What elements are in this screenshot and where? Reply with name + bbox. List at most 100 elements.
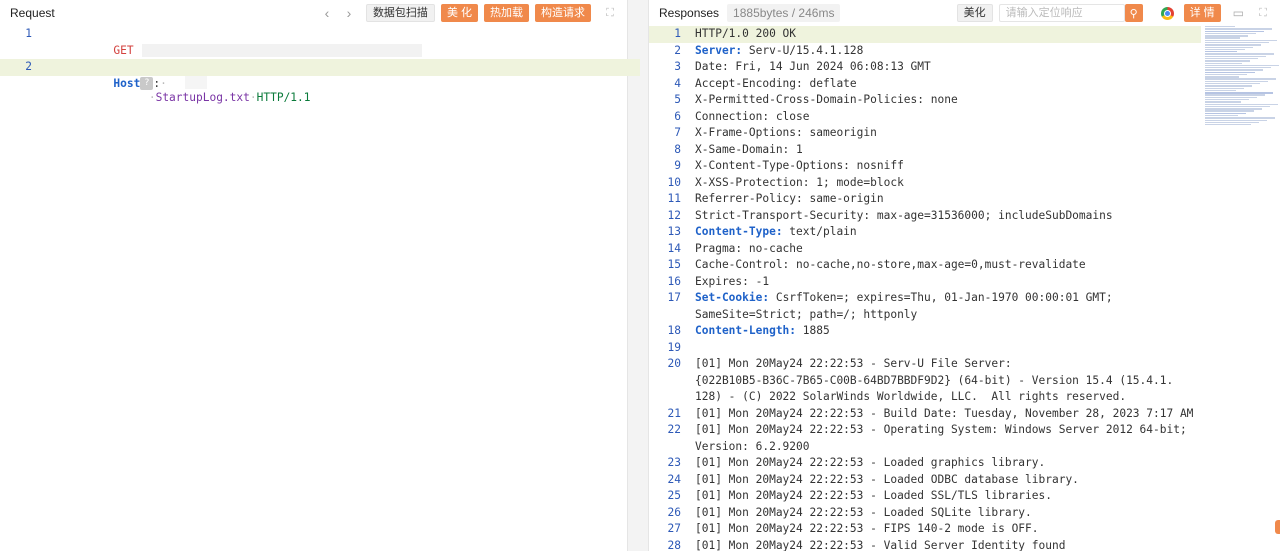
line-number: 20 (667, 357, 681, 370)
line-text: {022B10B5-B36C-7B65-C00B-64BD7BBDF9D2} (… (695, 373, 1174, 387)
minimap-line (1205, 53, 1274, 55)
line-number: 1 (674, 27, 681, 40)
search-icon[interactable]: ⚲ (1124, 4, 1143, 22)
minimap-line (1205, 85, 1252, 87)
minimap-line (1205, 103, 1278, 105)
line-content: HTTP/1.0 200 OK (695, 26, 796, 43)
line-number: 11 (667, 192, 681, 205)
response-line: 28 [01] Mon 20May24 22:22:53 - Valid Serv… (649, 538, 1280, 551)
request-pane: Request ‹ › 数据包扫描 美 化 热加载 构造请求 ⛶ 1 GET ·… (0, 0, 640, 551)
response-line: 4 Accept-Encoding: deflate (649, 76, 1280, 93)
response-line: 20 [01] Mon 20May24 22:22:53 - Serv-U Fil… (649, 356, 1280, 373)
scan-button[interactable]: 数据包扫描 (365, 4, 435, 22)
minimap-line (1205, 101, 1241, 103)
request-title: Request (10, 6, 55, 20)
line-text: Accept-Encoding: deflate (695, 76, 857, 90)
minimap-line (1205, 83, 1260, 85)
minimap-line (1205, 76, 1239, 78)
line-text: 128) - (C) 2022 SolarWinds Worldwide, LL… (695, 390, 1127, 403)
http-protocol: HTTP/1.1 (256, 91, 311, 104)
detail-button[interactable]: 详 情 (1183, 4, 1221, 22)
line-content: GET ·StartupLog.txt·HTTP/1.1 (46, 26, 422, 104)
response-line: 19 (649, 340, 1280, 357)
hot-load-button[interactable]: 热加载 (484, 4, 529, 22)
line-content: [01] Mon 20May24 22:22:53 - Serv-U File … (695, 356, 1012, 373)
line-text: text/plain (782, 225, 857, 238)
minimap-line (1205, 105, 1270, 108)
line-content: [01] Mon 20May24 22:22:53 - Loaded ODBC … (695, 472, 1079, 489)
response-size-badge: 1885bytes / 246ms (727, 4, 841, 22)
pane-divider[interactable] (628, 0, 649, 551)
line-text: [01] Mon 20May24 22:22:53 - FIPS 140-2 m… (695, 522, 1039, 535)
build-request-button[interactable]: 构造请求 (535, 4, 591, 22)
line-content: [01] Mon 20May24 22:22:53 - Operating Sy… (695, 422, 1187, 439)
response-line: 24 [01] Mon 20May24 22:22:53 - Loaded ODB… (649, 472, 1280, 489)
expand-icon[interactable]: ⛶ (1256, 7, 1270, 20)
line-content: Strict-Transport-Security: max-age=31536… (695, 208, 1113, 225)
comment-icon[interactable]: ▭ (1233, 6, 1244, 20)
line-number: 4 (674, 76, 681, 90)
line-content: X-Frame-Options: sameorigin (695, 125, 877, 142)
line-number: 2 (674, 43, 681, 57)
line-text: [01] Mon 20May24 22:22:53 - Valid Server… (695, 538, 1066, 551)
response-line: 27 [01] Mon 20May24 22:22:53 - FIPS 140-2… (649, 521, 1280, 538)
line-text: [01] Mon 20May24 22:22:53 - Loaded graph… (695, 456, 1046, 469)
line-content: X-Same-Domain: 1 (695, 142, 803, 159)
minimap-line (1205, 73, 1247, 76)
beautify-button[interactable]: 美 化 (440, 4, 478, 22)
response-line: 12 Strict-Transport-Security: max-age=315… (649, 208, 1280, 225)
expand-icon[interactable]: ⛶ (603, 7, 617, 20)
line-number: 25 (667, 489, 681, 502)
response-line: SameSite=Strict; path=/; httponly (649, 307, 1280, 324)
minimap-line (1205, 41, 1269, 44)
chrome-icon[interactable] (1160, 6, 1174, 20)
request-line: 2 Host?:· (0, 59, 640, 90)
prev-arrow-icon[interactable]: ‹ (316, 5, 338, 21)
line-number: 8 (674, 142, 681, 156)
response-line: 18 Content-Length: 1885 (649, 323, 1280, 340)
line-number: 1 (25, 27, 32, 40)
line-text: Serv-U/15.4.1.128 (742, 43, 864, 57)
line-number: 23 (667, 456, 681, 469)
minimap-line (1205, 117, 1275, 119)
scroll-marker[interactable] (1275, 520, 1280, 534)
line-text: Strict-Transport-Security: max-age=31536… (695, 208, 1113, 222)
line-text: Pragma: no-cache (695, 241, 803, 255)
response-line: 1 HTTP/1.0 200 OK (649, 26, 1201, 43)
minimap-line (1205, 92, 1273, 94)
response-line: {022B10B5-B36C-7B65-C00B-64BD7BBDF9D2} (… (649, 373, 1280, 390)
response-line: 25 [01] Mon 20May24 22:22:53 - Loaded SSL… (649, 488, 1280, 505)
line-number: 28 (667, 538, 681, 551)
line-content: Cache-Control: no-cache,no-store,max-age… (695, 257, 1086, 274)
line-content: Accept-Encoding: deflate (695, 76, 857, 93)
response-line: 21 [01] Mon 20May24 22:22:53 - Build Date… (649, 406, 1280, 423)
response-line: 23 [01] Mon 20May24 22:22:53 - Loaded gra… (649, 455, 1280, 472)
minimap-line (1205, 46, 1253, 48)
line-content: X-Permitted-Cross-Domain-Policies: none (695, 92, 958, 109)
minimap-line (1205, 55, 1266, 58)
app-window: Request ‹ › 数据包扫描 美 化 热加载 构造请求 ⛶ 1 GET ·… (0, 0, 1280, 551)
line-content: X-Content-Type-Options: nosniff (695, 158, 904, 175)
line-content: [01] Mon 20May24 22:22:53 - Loaded graph… (695, 455, 1045, 472)
line-text: X-Content-Type-Options: nosniff (695, 159, 904, 172)
line-text: Connection: close (695, 109, 810, 123)
response-line: 2 Server: Serv-U/15.4.1.128 (649, 43, 1280, 60)
line-content: Connection: close (695, 109, 810, 126)
request-editor[interactable]: 1 GET ·StartupLog.txt·HTTP/1.1 2 Host?:· (0, 26, 640, 104)
line-content: X-XSS-Protection: 1; mode=block (695, 175, 904, 192)
response-search-input[interactable]: 请输入定位响应 (998, 4, 1125, 22)
line-text: CsrfToken=; expires=Thu, 01-Jan-1970 00:… (769, 291, 1113, 304)
response-editor[interactable]: 1 HTTP/1.0 200 OK 2 Server: Serv-U/15.4.1.1… (649, 26, 1280, 551)
response-line: 14 Pragma: no-cache (649, 241, 1280, 258)
response-beautify-button[interactable]: 美化 (956, 4, 993, 22)
next-arrow-icon[interactable]: › (338, 5, 360, 21)
line-text: Cache-Control: no-cache,no-store,max-age… (695, 258, 1086, 271)
minimap[interactable] (1205, 26, 1280, 136)
line-text: X-XSS-Protection: 1; mode=block (695, 175, 904, 189)
response-line: 10 X-XSS-Protection: 1; mode=block (649, 175, 1280, 192)
help-icon[interactable]: ? (140, 77, 154, 90)
minimap-line (1205, 78, 1276, 80)
line-number: 5 (674, 93, 681, 106)
response-toolbar: Responses 1885bytes / 246ms 美化 请输入定位响应 ⚲… (649, 0, 1280, 26)
line-content: Set-Cookie: CsrfToken=; expires=Thu, 01-… (695, 290, 1113, 307)
